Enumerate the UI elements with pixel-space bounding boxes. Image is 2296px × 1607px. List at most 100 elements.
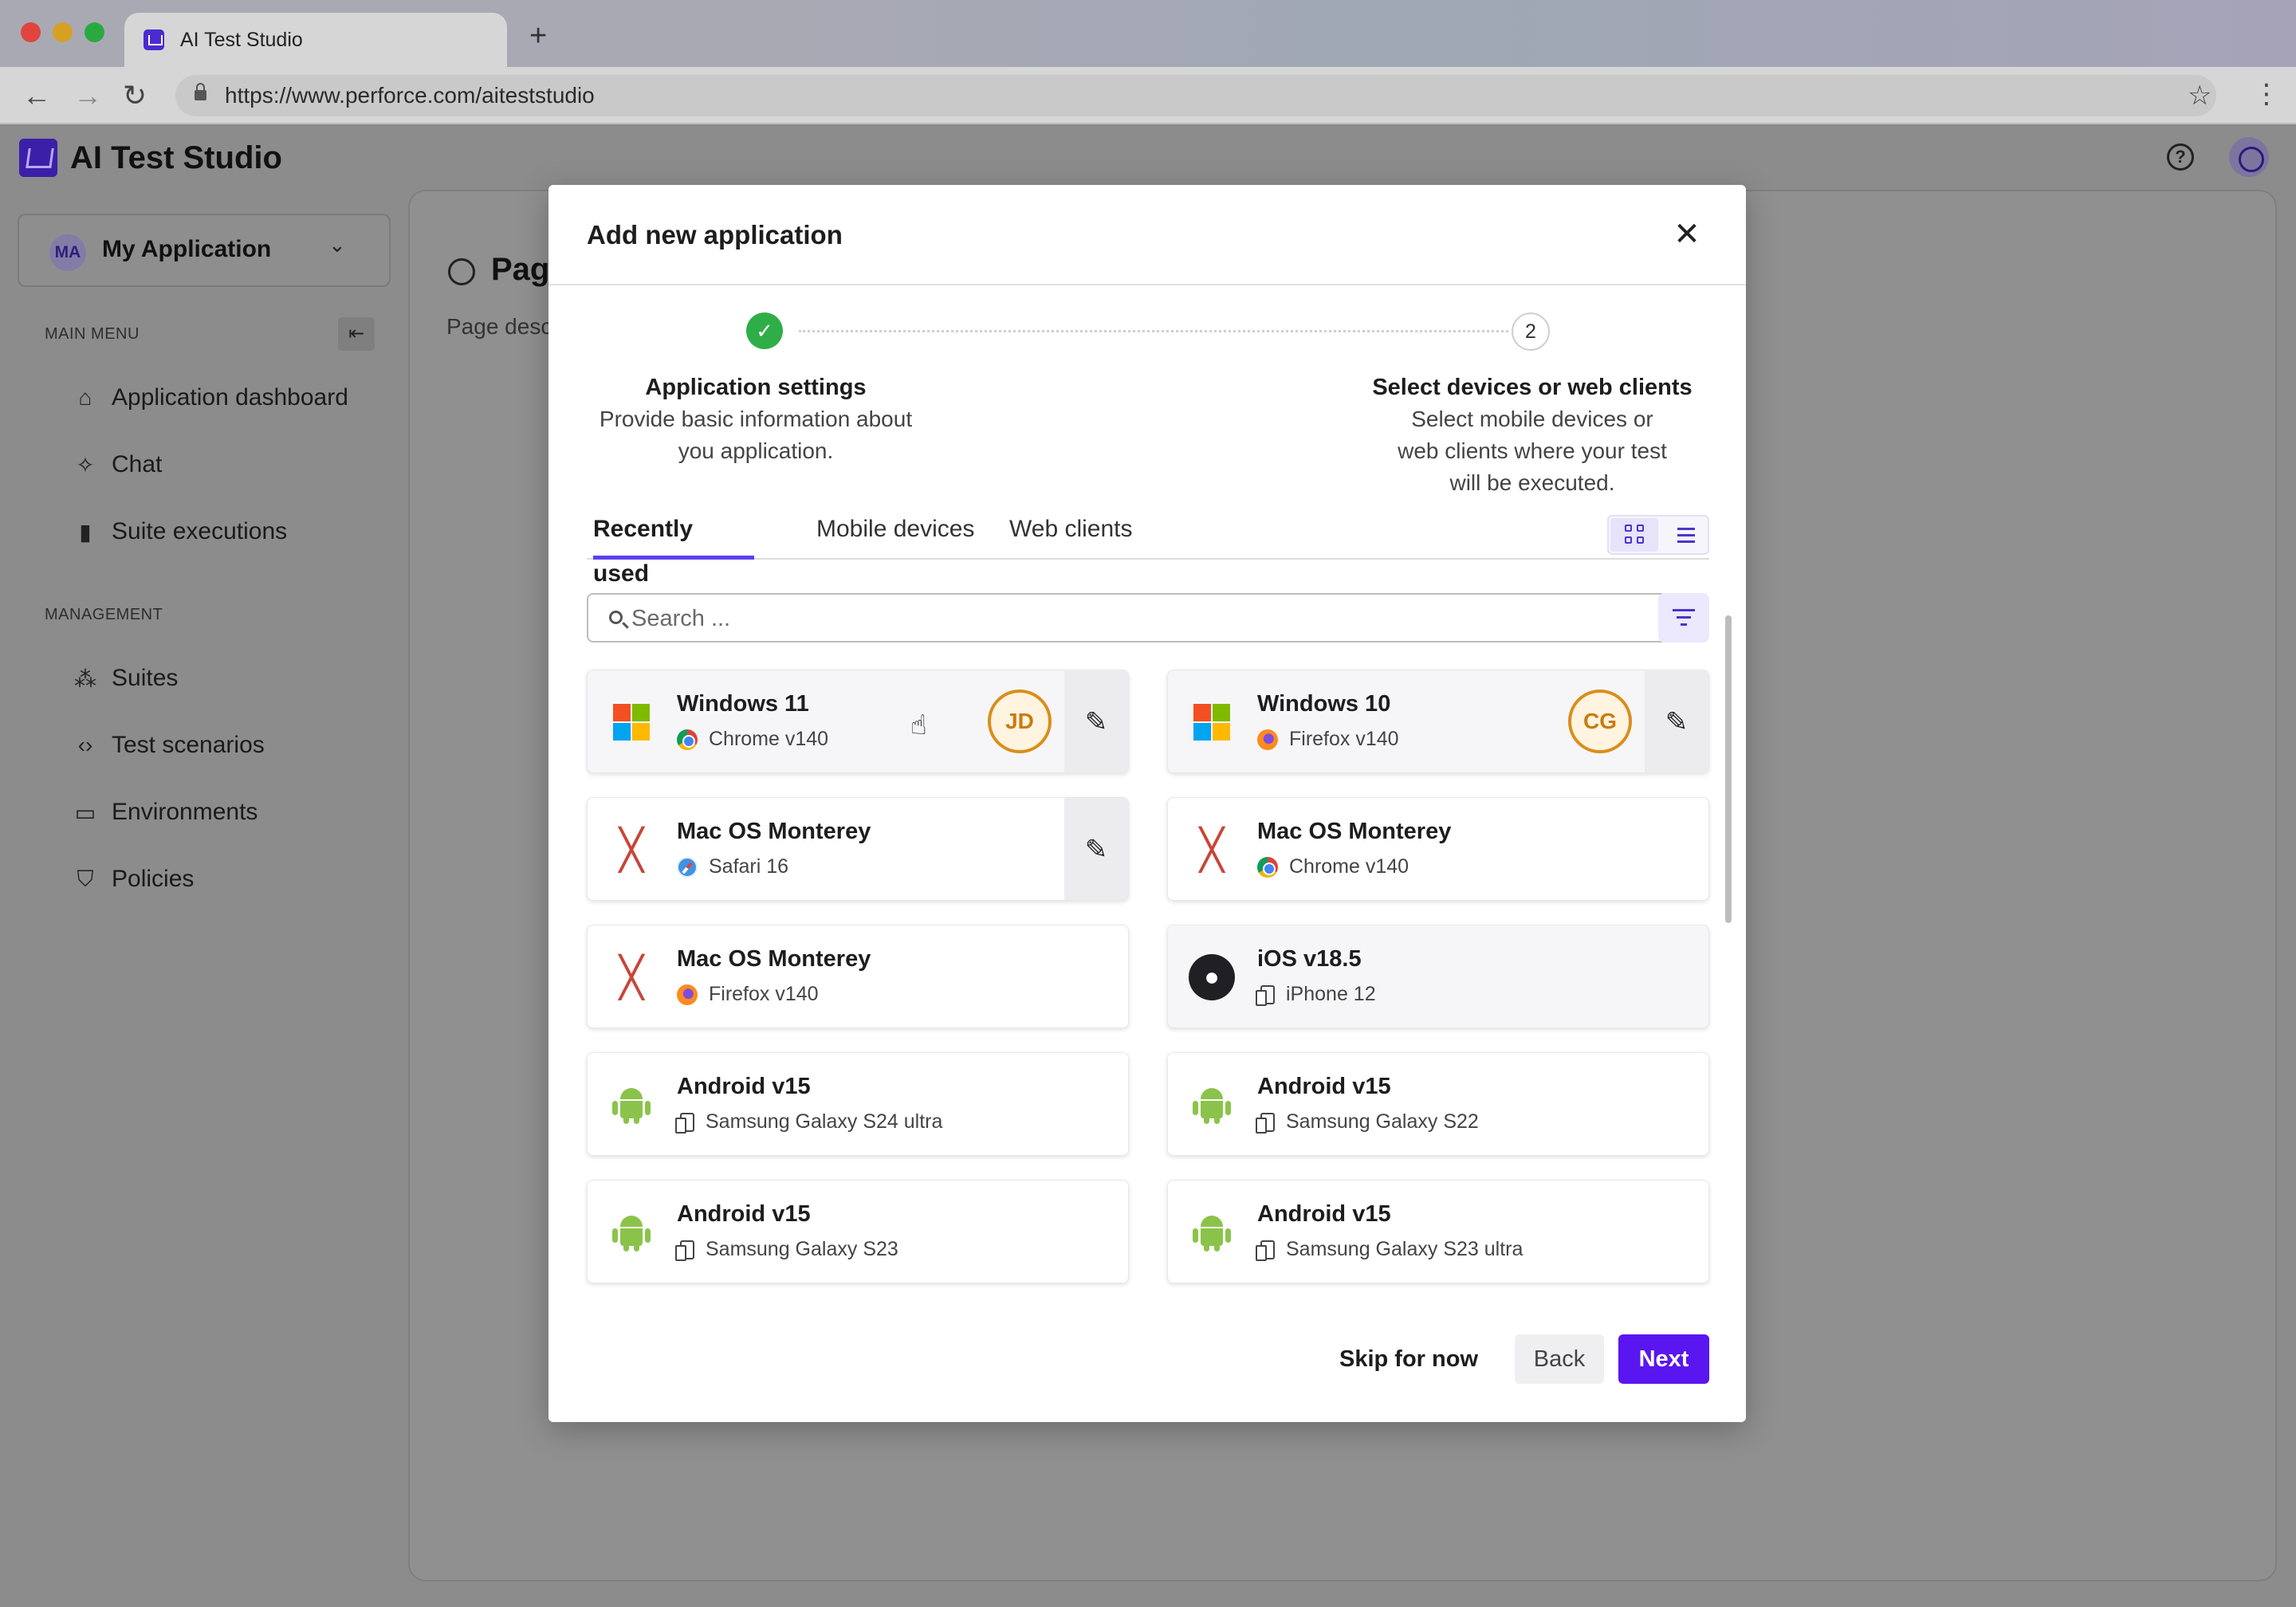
macos-icon: ╳ [619, 954, 644, 1000]
step-description: Select mobile devices or web clients whe… [1398, 407, 1667, 495]
card-title: Android v15 [1257, 1201, 1391, 1227]
sidebar-item-application-dashboard[interactable]: ⌂ Application dashboard [72, 384, 348, 411]
lock-icon [195, 83, 206, 100]
sidebar-item-chat[interactable]: ✧ Chat [72, 451, 162, 478]
next-button[interactable]: Next [1618, 1334, 1709, 1384]
view-toggle [1607, 515, 1709, 555]
card-subtitle: Samsung Galaxy S24 ultra [675, 1110, 943, 1134]
search-input[interactable] [631, 603, 1652, 635]
card-subtitle: Samsung Galaxy S22 [1256, 1110, 1479, 1134]
sidebar-item-suite-executions[interactable]: ▮ Suite executions [72, 518, 287, 545]
sidebar-item-policies[interactable]: ⛉ Policies [72, 866, 194, 893]
tab-mobile-devices[interactable]: Mobile devices [816, 507, 974, 560]
browser-tab[interactable]: AI Test Studio [124, 13, 507, 67]
step-2: Select devices or web clients Select mob… [1365, 371, 1700, 499]
macos-icon: ╳ [1199, 827, 1225, 873]
help-icon[interactable]: ? [2167, 143, 2194, 171]
browser-menu-icon[interactable]: ⋮ [2253, 78, 2280, 110]
app-title: AI Test Studio [70, 140, 282, 175]
sidebar-item-suites[interactable]: ⁂ Suites [72, 665, 178, 692]
android-icon [611, 1212, 651, 1252]
android-icon [611, 1085, 651, 1125]
device-icon [1256, 1112, 1275, 1134]
device-icon [675, 1240, 694, 1261]
application-selector[interactable]: MA My Application ⌄ [18, 214, 391, 287]
device-card[interactable]: ╳ Mac OS Monterey Firefox v140 [587, 925, 1129, 1028]
user-account-icon[interactable] [2229, 137, 2269, 177]
tab-recently-used[interactable]: Recently used [593, 507, 754, 587]
card-title: Mac OS Monterey [1257, 819, 1452, 844]
card-subtitle-text: Samsung Galaxy S23 ultra [1286, 1238, 1523, 1260]
sidebar-item-label: Suite executions [112, 518, 288, 544]
step-title: Select devices or web clients [1372, 375, 1693, 400]
sidebar-item-test-scenarios[interactable]: ‹› Test scenarios [72, 732, 265, 759]
home-icon: ⌂ [78, 385, 92, 410]
card-subtitle-text: Samsung Galaxy S23 [706, 1238, 898, 1260]
collapse-sidebar-icon[interactable]: ⇤ [338, 317, 375, 351]
tab-web-clients[interactable]: Web clients [1009, 507, 1133, 560]
android-icon [1192, 1212, 1232, 1252]
window-zoom-button[interactable] [85, 22, 104, 42]
page-status-icon [448, 258, 475, 285]
sidebar-item-environments[interactable]: ▭ Environments [72, 799, 258, 826]
safari-icon [677, 856, 698, 878]
device-icon [1256, 984, 1275, 1006]
devices-icon: ▭ [74, 800, 96, 825]
app-logo [19, 139, 57, 177]
sidebar-item-label: Suites [112, 665, 179, 691]
card-title: Android v15 [677, 1074, 811, 1099]
device-card[interactable]: Android v15 Samsung Galaxy S24 ultra [587, 1052, 1129, 1156]
windows-icon [613, 704, 653, 744]
back-arrow-icon[interactable]: ← [22, 80, 51, 112]
bookmark-star-icon[interactable]: ☆ [2188, 80, 2211, 112]
device-icon [1256, 1240, 1275, 1261]
dialog-title: Add new application [587, 220, 843, 249]
code-icon: ‹› [77, 733, 93, 757]
window-close-button[interactable] [21, 22, 41, 42]
device-card[interactable]: Android v15 Samsung Galaxy S23 [587, 1180, 1129, 1283]
pencil-icon[interactable]: ✎ [1064, 798, 1128, 900]
sidebar-item-label: Application dashboard [112, 384, 348, 411]
sidebar-item-label: Policies [112, 866, 195, 892]
device-tabs: Recently used Mobile devices Web clients [587, 507, 1709, 587]
card-subtitle: Firefox v140 [1257, 728, 1399, 751]
forward-arrow-icon[interactable]: → [73, 80, 102, 112]
filter-icon[interactable] [1658, 593, 1709, 642]
card-title: Windows 11 [677, 691, 809, 717]
card-subtitle-text: Samsung Galaxy S24 ultra [706, 1110, 943, 1133]
card-subtitle: iPhone 12 [1256, 983, 1376, 1006]
grid-view-icon[interactable] [1610, 518, 1658, 552]
device-card[interactable]: ╳ Mac OS Monterey Safari 16 ✎ [587, 797, 1129, 901]
card-subtitle-text: Firefox v140 [1289, 728, 1399, 750]
windows-icon [1193, 704, 1233, 744]
app-avatar: MA [49, 234, 86, 271]
device-card[interactable]: Windows 10 Firefox v140 CG ✎ [1167, 670, 1709, 773]
device-card[interactable]: Android v15 Samsung Galaxy S22 [1167, 1052, 1709, 1156]
device-icon [675, 1112, 694, 1134]
apple-icon: ● [1189, 954, 1235, 1000]
sparkle-icon: ✧ [76, 452, 95, 477]
card-subtitle-text: iPhone 12 [1286, 983, 1376, 1005]
card-subtitle: Safari 16 [677, 855, 788, 878]
url-text[interactable]: https://www.perforce.com/aiteststudio [225, 83, 595, 108]
window-minimize-button[interactable] [53, 22, 73, 42]
page-description: Page desc [446, 314, 552, 339]
scrollbar-thumb[interactable] [1725, 615, 1732, 923]
android-icon [1192, 1085, 1232, 1125]
device-card[interactable]: Android v15 Samsung Galaxy S23 ultra [1167, 1180, 1709, 1283]
reload-icon[interactable]: ↻ [123, 80, 147, 112]
list-view-icon[interactable] [1661, 518, 1708, 552]
pencil-icon[interactable]: ✎ [1645, 670, 1708, 772]
chrome-icon [1257, 856, 1278, 878]
device-card[interactable]: Windows 11 Chrome v140 JD ✎ [587, 670, 1129, 773]
device-card[interactable]: ● iOS v18.5 iPhone 12 [1167, 925, 1709, 1028]
close-icon[interactable]: ✕ [1668, 215, 1706, 253]
back-button[interactable]: Back [1515, 1334, 1604, 1384]
skip-button[interactable]: Skip for now [1333, 1334, 1484, 1384]
step-title: Application settings [645, 375, 867, 400]
chevron-down-icon: ⌄ [328, 233, 346, 257]
device-card[interactable]: ╳ Mac OS Monterey Chrome v140 [1167, 797, 1709, 901]
pencil-icon[interactable]: ✎ [1064, 670, 1128, 772]
new-tab-button[interactable]: + [529, 21, 547, 51]
card-subtitle: Chrome v140 [1257, 855, 1409, 878]
